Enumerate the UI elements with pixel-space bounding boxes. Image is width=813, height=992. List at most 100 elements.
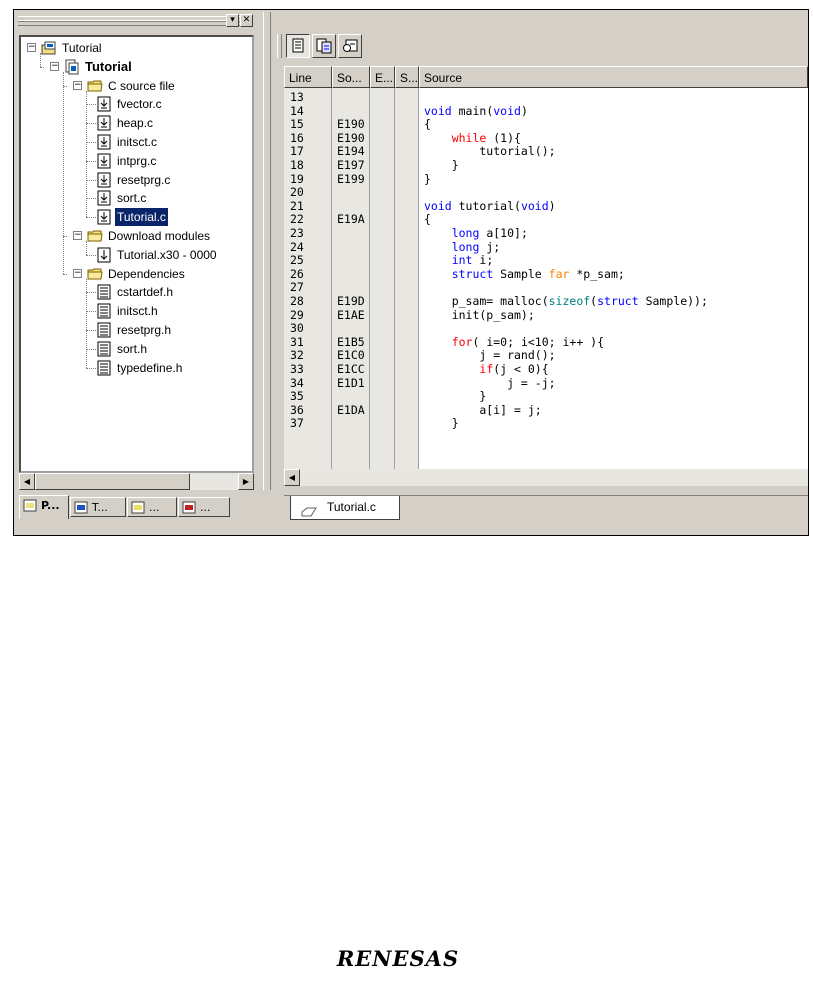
collapse-icon[interactable]: − [73, 231, 82, 240]
code-row[interactable]: 27 [284, 281, 808, 295]
collapse-icon[interactable]: − [27, 43, 36, 52]
tree-item[interactable]: − C source file [21, 77, 252, 95]
code-row[interactable]: 33 E1CC if(j < 0){ [284, 362, 808, 377]
code-row[interactable]: 36 E1DA a[i] = j; [284, 403, 808, 418]
tree-item[interactable]: − Dependencies [21, 265, 252, 283]
scroll-right-icon[interactable]: ▶ [238, 473, 254, 490]
workspace-tab[interactable]: ... [127, 497, 177, 517]
header-source[interactable]: Source [419, 66, 808, 88]
code-row[interactable]: 32 E1C0 j = rand(); [284, 349, 808, 363]
code-row[interactable]: 24 long j; [284, 240, 808, 255]
line-number: 31 [290, 334, 304, 349]
source-grid[interactable]: Line So... E... S... Source 13 14 void mai… [284, 66, 808, 469]
tree-connector [63, 71, 64, 274]
tree-item[interactable]: resetprg.h [21, 321, 252, 339]
tree-item[interactable]: initsct.c [21, 133, 252, 151]
tree-item[interactable]: − Download modules [21, 227, 252, 245]
workspace-tree[interactable]: − Tutorial − Tutorial − C source file fvector.… [19, 35, 254, 473]
workspace-tab[interactable]: ... [178, 497, 230, 517]
scroll-left-icon[interactable]: ◀ [284, 469, 300, 486]
source-text: long a[10]; [424, 226, 528, 241]
tree-item[interactable]: Tutorial.c [21, 208, 252, 227]
header-file-icon [96, 360, 112, 376]
tree-item[interactable]: Tutorial.x30 - 0000 [21, 246, 252, 264]
tree-item-label: Tutorial [85, 58, 132, 74]
mixed-mode-button[interactable] [312, 34, 336, 58]
disassembly-mode-button[interactable] [338, 34, 362, 58]
code-row[interactable]: 21 void tutorial(void) [284, 198, 808, 214]
code-row[interactable]: 29 E1AE init(p_sam); [284, 308, 808, 323]
line-number: 30 [290, 321, 304, 336]
tree-item[interactable]: typedefine.h [21, 359, 252, 377]
code-token-kw: void [493, 103, 521, 118]
code-token: ) [548, 198, 556, 213]
tree-item[interactable]: − Tutorial [21, 58, 252, 76]
code-row[interactable]: 20 [284, 186, 808, 200]
code-token: } [424, 171, 431, 186]
source-text: struct Sample far *p_sam; [424, 266, 625, 282]
code-token: { [424, 212, 431, 227]
code-row[interactable]: 22 E19A { [284, 213, 808, 227]
line-number: 37 [290, 416, 304, 431]
code-row[interactable]: 35 } [284, 389, 808, 404]
test-tab-icon [182, 500, 197, 515]
collapse-icon[interactable]: − [73, 80, 82, 90]
tree-item[interactable]: fvector.c [21, 95, 252, 113]
source-text: void main(void) [424, 103, 528, 119]
code-row[interactable]: 31 E1B5 for( i=0; i<10; i++ ){ [284, 334, 808, 350]
collapse-icon[interactable]: − [50, 61, 59, 71]
workspace-tab[interactable]: T... [70, 497, 126, 517]
code-token-far: far [548, 266, 570, 281]
code-row[interactable]: 34 E1D1 j = -j; [284, 376, 808, 391]
close-icon[interactable]: ✕ [240, 14, 253, 27]
folder-icon [87, 78, 103, 94]
source-text: { [424, 117, 431, 132]
source-address: E197 [337, 158, 365, 172]
code-token: ( i=0; i<10; i++ ){ [472, 334, 605, 349]
tree-item[interactable]: intprg.c [21, 152, 252, 170]
source-text: } [424, 171, 431, 187]
source-address: E194 [337, 144, 365, 159]
scroll-left-icon[interactable]: ◀ [19, 473, 35, 490]
code-token-kw: long [451, 226, 480, 240]
code-row[interactable]: 28 E19D p_sam= malloc(sizeof(struct Sampl… [284, 294, 808, 309]
tree-item[interactable]: initsct.h [21, 302, 252, 320]
code-row[interactable]: 13 [284, 90, 808, 105]
code-row[interactable]: 16 E190 while (1){ [284, 131, 808, 146]
code-row[interactable]: 23 long a[10]; [284, 226, 808, 241]
source-address: E1C0 [337, 348, 365, 363]
scroll-thumb[interactable] [35, 473, 190, 490]
tree-item[interactable]: − Tutorial [21, 39, 252, 57]
code-row[interactable]: 14 void main(void) [284, 103, 808, 119]
tree-item[interactable]: sort.c [21, 189, 252, 207]
code-row[interactable]: 37 } [284, 417, 808, 431]
code-row[interactable]: 30 [284, 322, 808, 336]
code-row[interactable]: 15 E190 { [284, 117, 808, 132]
code-row[interactable]: 19 E199} [284, 171, 808, 187]
source-view-icon [292, 38, 304, 53]
c-file-icon [96, 96, 112, 112]
editor-hscrollbar[interactable]: ◀ [284, 469, 808, 486]
workspace-tab[interactable]: P... [19, 495, 69, 519]
pane-splitter[interactable] [263, 12, 271, 490]
tab-tutorial-c[interactable]: Tutorial.c [290, 496, 400, 520]
source-address: E1B5 [337, 334, 365, 349]
pane-menu-icon[interactable]: ▾ [226, 14, 239, 27]
header-source-address[interactable]: So... [332, 66, 370, 88]
header-event[interactable]: E... [370, 66, 395, 88]
code-row[interactable]: 26 struct Sample far *p_sam; [284, 266, 808, 282]
tree-item[interactable]: cstartdef.h [21, 283, 252, 301]
header-status[interactable]: S... [395, 66, 419, 88]
source-mode-button[interactable] [286, 34, 310, 58]
header-line[interactable]: Line [284, 66, 332, 88]
workspace-hscrollbar[interactable]: ◀ ▶ [19, 473, 254, 490]
collapse-icon[interactable]: − [73, 268, 82, 278]
tree-item[interactable]: sort.h [21, 340, 252, 358]
workspace-grip[interactable] [18, 16, 246, 26]
tree-item[interactable]: heap.c [21, 114, 252, 132]
toolbar-grip[interactable] [277, 34, 282, 58]
code-row[interactable]: 17 E194 tutorial(); [284, 145, 808, 159]
tree-item[interactable]: resetprg.c [21, 171, 252, 189]
code-row[interactable]: 25 int i; [284, 253, 808, 268]
code-row[interactable]: 18 E197 } [284, 158, 808, 173]
